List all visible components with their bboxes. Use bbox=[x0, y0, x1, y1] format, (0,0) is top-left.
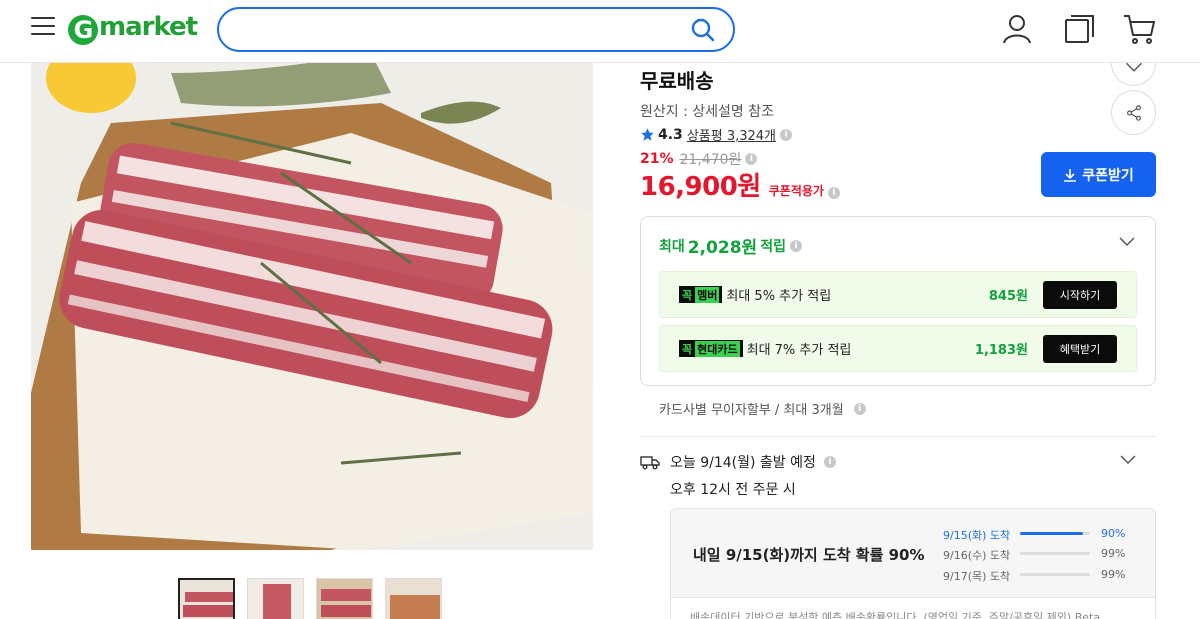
product-title: 무료배송 bbox=[640, 69, 714, 93]
star-icon bbox=[641, 128, 654, 141]
price-row: 16,900원 쿠폰적용가 i bbox=[640, 166, 840, 203]
chevron-down-icon[interactable] bbox=[1120, 455, 1136, 465]
thumbnail-3[interactable] bbox=[316, 578, 373, 619]
get-benefit-button[interactable]: 혜택받기 bbox=[1043, 334, 1117, 363]
reward-summary[interactable]: 최대 2,028원 적립 i bbox=[659, 233, 802, 258]
divider bbox=[640, 436, 1156, 437]
review-count-link[interactable]: 상품평 3,324개 bbox=[687, 125, 776, 144]
smile-club-badge: 꼭 멤버 bbox=[679, 286, 723, 303]
cart-icon[interactable] bbox=[1122, 12, 1156, 46]
recent-items-icon[interactable] bbox=[1062, 12, 1096, 46]
reward-item-text: 최대 5% 추가 적립 bbox=[726, 289, 832, 304]
ship-date: 오늘 9/14(월) 출발 예정 bbox=[670, 455, 816, 471]
user-icon[interactable] bbox=[1000, 12, 1034, 46]
product-main-image[interactable] bbox=[31, 63, 593, 550]
truck-icon bbox=[640, 456, 660, 470]
info-icon[interactable]: i bbox=[745, 153, 758, 165]
product-rating: 4.3 상품평 3,324개 i bbox=[640, 125, 793, 144]
ship-cutoff: 오후 12시 전 주문 시 bbox=[670, 482, 796, 498]
rating-score: 4.3 bbox=[658, 126, 683, 143]
info-icon[interactable]: i bbox=[853, 402, 866, 415]
info-icon[interactable]: i bbox=[827, 187, 840, 199]
coupon-price-label: 쿠폰적용가 bbox=[768, 184, 824, 198]
coupon-button-label: 쿠폰받기 bbox=[1082, 167, 1134, 184]
delivery-row-label: 9/16(수) 도착 bbox=[943, 549, 1011, 562]
delivery-row-percent: 99% bbox=[1101, 568, 1126, 581]
search-input[interactable] bbox=[237, 17, 677, 43]
delivery-probability-bar bbox=[1020, 552, 1090, 555]
delivery-probability-bar bbox=[1020, 532, 1090, 535]
thumbnail-2[interactable] bbox=[247, 578, 304, 619]
share-button[interactable] bbox=[1111, 90, 1156, 135]
reward-panel: 최대 2,028원 적립 i 꼭 멤버 최대 5% 추가 적립 845원 시작하기… bbox=[640, 216, 1156, 386]
menu-icon[interactable] bbox=[31, 17, 55, 37]
top-header: Gmarket bbox=[0, 0, 1200, 63]
delivery-row-label: 9/17(목) 도착 bbox=[943, 570, 1011, 583]
delivery-note: 배송데이터 기반으로 분석한 예측 배송확률입니다. (영업일 기준, 주말/공… bbox=[671, 597, 1155, 619]
info-icon[interactable]: i bbox=[789, 239, 802, 252]
reward-item-card: 꼭 현대카드 최대 7% 추가 적립 1,183원 혜택받기 bbox=[659, 325, 1137, 372]
delivery-probability-bar bbox=[1020, 573, 1090, 576]
sale-price: 16,900원 bbox=[640, 172, 761, 202]
product-origin: 원산지 : 상세설명 참조 bbox=[640, 104, 774, 120]
discount-percent: 21% bbox=[640, 151, 674, 167]
shipping-summary[interactable]: 오늘 9/14(월) 출발 예정 i bbox=[640, 452, 836, 472]
delivery-row-percent: 90% bbox=[1101, 527, 1126, 540]
coupon-download-button[interactable]: 쿠폰받기 bbox=[1041, 152, 1156, 197]
reward-item-amount: 1,183원 bbox=[974, 343, 1028, 358]
search-icon[interactable] bbox=[690, 17, 716, 43]
delivery-prediction-box: 내일 9/15(화)까지 도착 확률 90% 9/15(화) 도착 90% 9/… bbox=[670, 508, 1156, 619]
thumbnail-4[interactable] bbox=[385, 578, 442, 619]
reward-item-text: 최대 7% 추가 적립 bbox=[746, 343, 852, 358]
installment-info: 카드사별 무이자할부 / 최대 3개월 i bbox=[659, 399, 866, 418]
start-membership-button[interactable]: 시작하기 bbox=[1043, 280, 1117, 309]
thumbnail-1[interactable] bbox=[178, 578, 235, 619]
reward-amount: 2,028원 bbox=[687, 238, 758, 258]
delivery-row-percent: 99% bbox=[1101, 547, 1126, 560]
download-icon bbox=[1064, 168, 1077, 182]
search-bar bbox=[217, 7, 735, 52]
delivery-row-label: 9/15(화) 도착 bbox=[943, 529, 1011, 542]
delivery-prediction-title: 내일 9/15(화)까지 도착 확률 90% bbox=[693, 546, 925, 564]
reward-item-amount: 845원 bbox=[988, 289, 1028, 304]
info-icon[interactable]: i bbox=[780, 128, 793, 141]
chevron-down-icon[interactable] bbox=[1119, 237, 1135, 247]
info-icon[interactable]: i bbox=[823, 456, 836, 468]
smile-card-badge: 꼭 현대카드 bbox=[679, 340, 743, 357]
gmarket-logo[interactable]: Gmarket bbox=[68, 12, 198, 45]
reward-item-member: 꼭 멤버 최대 5% 추가 적립 845원 시작하기 bbox=[659, 271, 1137, 318]
share-icon bbox=[1126, 104, 1141, 121]
